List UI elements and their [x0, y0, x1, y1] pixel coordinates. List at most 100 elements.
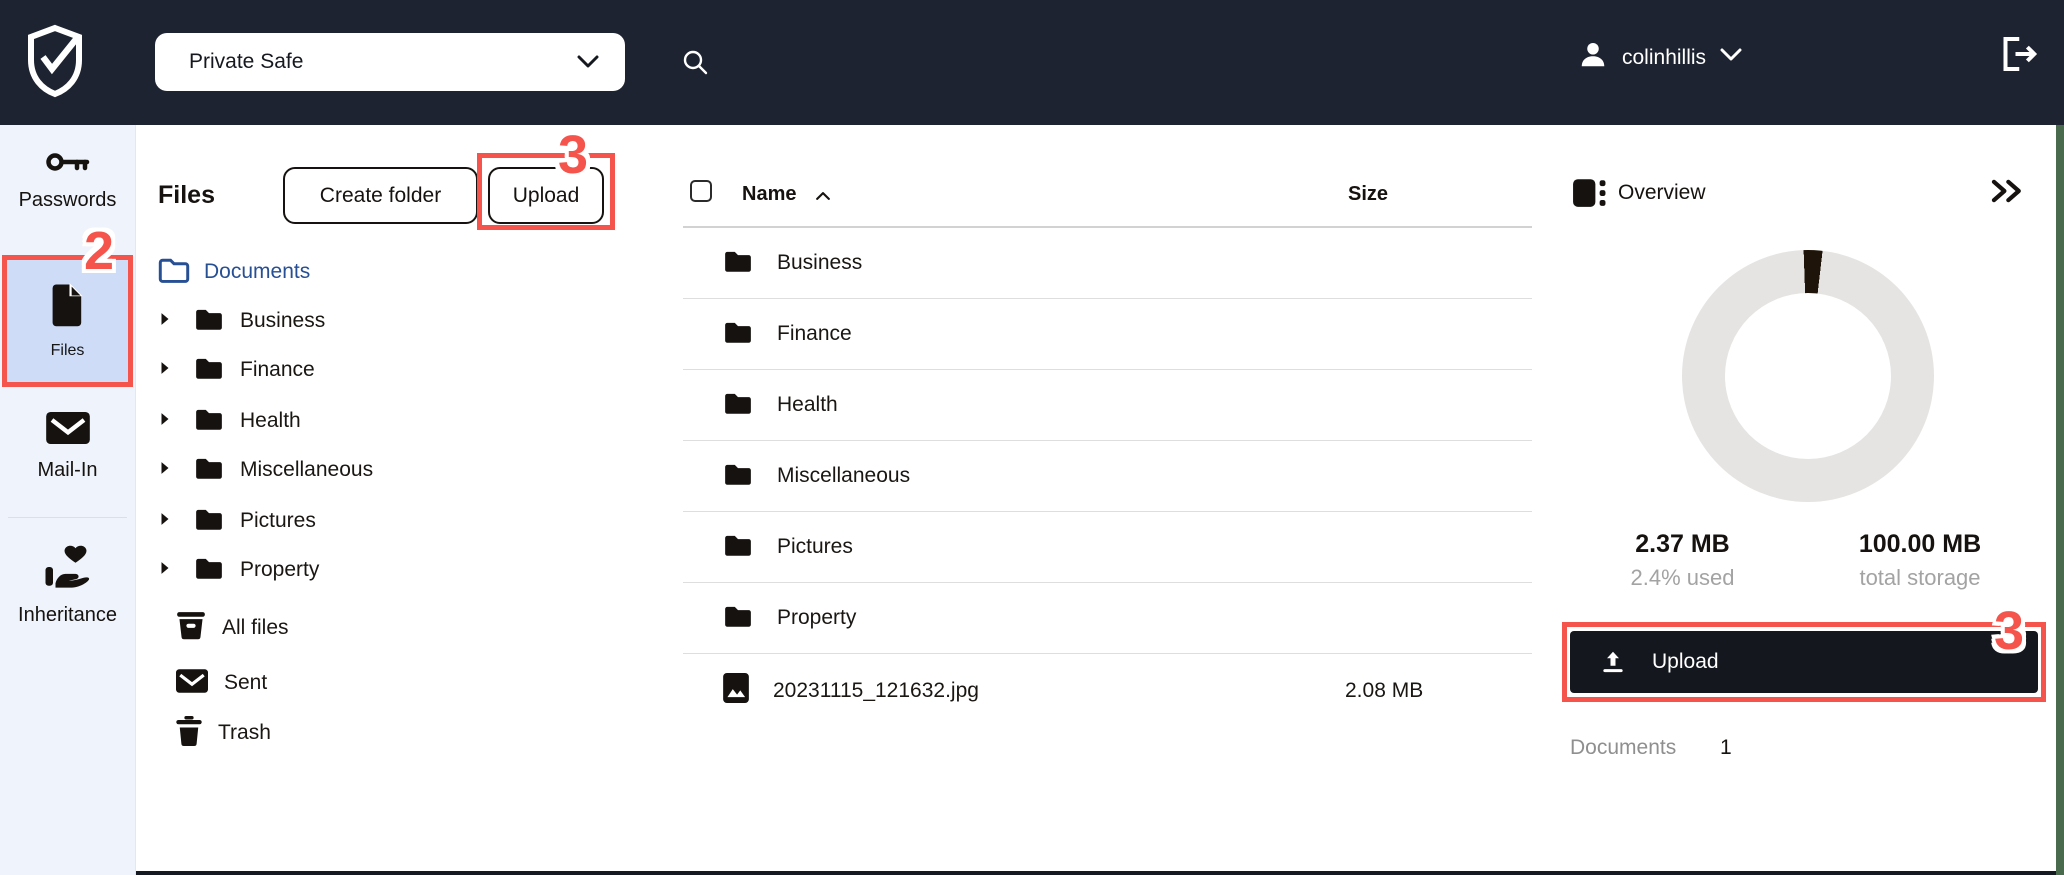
trash-icon: [176, 716, 202, 751]
sidebar-item-label: Passwords: [19, 189, 117, 212]
caret-right-icon[interactable]: [160, 561, 170, 580]
folder-icon: [194, 307, 224, 336]
row-name: Property: [777, 606, 856, 630]
caret-right-icon[interactable]: [160, 361, 170, 380]
tree-item-property[interactable]: Property: [160, 548, 319, 592]
tree-item-health[interactable]: Health: [160, 399, 301, 443]
sidebar-item-label: Mail-In: [37, 459, 97, 482]
row-name: Pictures: [777, 535, 853, 559]
safe-selector-dropdown[interactable]: Private Safe: [155, 33, 625, 91]
tree-item-documents[interactable]: Documents: [158, 250, 310, 294]
tree-item-sent[interactable]: Sent: [176, 661, 267, 705]
table-row[interactable]: 20231115_121632.jpg 2.08 MB: [683, 655, 1532, 726]
documents-count-label: Documents: [1570, 736, 1676, 760]
table-row[interactable]: Business: [683, 228, 1532, 299]
total-storage-caption: total storage: [1825, 565, 2015, 591]
table-row[interactable]: Finance: [683, 299, 1532, 370]
upload-button[interactable]: Upload: [488, 167, 604, 224]
logout-icon[interactable]: [1998, 34, 2038, 79]
overview-title: Overview: [1618, 181, 1706, 205]
used-storage-value: 2.37 MB: [1595, 530, 1770, 559]
tree-item-finance[interactable]: Finance: [160, 348, 315, 392]
sidebar-item-label: Inheritance: [18, 604, 117, 627]
total-storage-value: 100.00 MB: [1825, 530, 2015, 559]
folder-icon: [194, 456, 224, 485]
tree-item-all-files[interactable]: All files: [176, 606, 289, 650]
user-name: colinhillis: [1622, 46, 1706, 70]
tree-item-label: Trash: [218, 721, 271, 745]
shield-logo-icon: [27, 24, 83, 98]
table-row[interactable]: Pictures: [683, 512, 1532, 583]
folder-icon: [723, 462, 753, 491]
tree-item-label: Finance: [240, 358, 315, 382]
main-sidebar: [0, 125, 136, 875]
select-all-checkbox[interactable]: [690, 180, 712, 202]
folder-icon: [723, 320, 753, 349]
used-storage-caption: 2.4% used: [1595, 565, 1770, 591]
hand-heart-icon: [43, 545, 93, 594]
folder-open-icon: [158, 257, 190, 288]
folder-icon: [194, 507, 224, 536]
app-window: Private Safe colinhillis: [0, 0, 2064, 875]
overview-icon: [1572, 176, 1606, 215]
row-name: 20231115_121632.jpg: [773, 679, 979, 703]
row-size: 2.08 MB: [1345, 679, 1423, 703]
folder-icon: [194, 407, 224, 436]
sidebar-item-mail-in[interactable]: Mail-In: [0, 412, 135, 482]
tree-item-label: Business: [240, 309, 325, 333]
user-menu[interactable]: colinhillis: [1578, 40, 1742, 75]
sidebar-item-label: Files: [51, 342, 85, 360]
folder-icon: [723, 604, 753, 633]
caret-right-icon[interactable]: [160, 512, 170, 531]
envelope-icon: [176, 669, 208, 698]
documents-count-value: 1: [1720, 736, 1732, 760]
collapse-panel-icon[interactable]: [1990, 179, 2024, 208]
tree-item-business[interactable]: Business: [160, 299, 325, 343]
donut-hole: [1725, 293, 1891, 459]
envelope-icon: [46, 412, 90, 449]
caret-right-icon[interactable]: [160, 312, 170, 331]
folder-icon: [194, 356, 224, 385]
tree-item-pictures[interactable]: Pictures: [160, 499, 316, 543]
row-name: Miscellaneous: [777, 464, 910, 488]
sidebar-item-inheritance[interactable]: Inheritance: [0, 545, 135, 627]
column-header-name[interactable]: Name: [742, 183, 796, 206]
bottom-edge: [0, 871, 2056, 875]
right-edge-strip: [2056, 125, 2064, 875]
overview-upload-label: Upload: [1652, 650, 1719, 674]
safe-selector-value: Private Safe: [189, 50, 303, 74]
sidebar-item-files[interactable]: Files: [2, 255, 133, 387]
archive-icon: [176, 612, 206, 645]
sidebar-item-passwords[interactable]: Passwords: [0, 150, 135, 212]
folder-icon: [723, 533, 753, 562]
folder-icon: [723, 391, 753, 420]
table-row[interactable]: Miscellaneous: [683, 441, 1532, 512]
tree-item-label: Health: [240, 409, 301, 433]
tree-item-label: Pictures: [240, 509, 316, 533]
create-folder-button[interactable]: Create folder: [283, 167, 478, 224]
caret-right-icon[interactable]: [160, 412, 170, 431]
tree-item-miscellaneous[interactable]: Miscellaneous: [160, 448, 373, 492]
chevron-down-icon: [577, 55, 599, 74]
sort-ascending-icon[interactable]: [816, 188, 830, 206]
row-name: Finance: [777, 322, 852, 346]
tree-item-label: Property: [240, 558, 319, 582]
tree-item-label: Documents: [204, 260, 310, 284]
caret-right-icon[interactable]: [160, 461, 170, 480]
row-name: Health: [777, 393, 838, 417]
file-icon: [50, 283, 86, 332]
table-row[interactable]: Health: [683, 370, 1532, 441]
table-row[interactable]: Property: [683, 583, 1532, 654]
overview-upload-button[interactable]: Upload: [1570, 631, 2038, 693]
tree-item-trash[interactable]: Trash: [176, 711, 271, 755]
tree-item-label: All files: [222, 616, 289, 640]
search-icon[interactable]: [680, 47, 710, 82]
upload-icon: [1600, 649, 1626, 675]
column-header-size[interactable]: Size: [1348, 183, 1388, 206]
sidebar-divider: [8, 517, 127, 518]
folder-icon: [194, 556, 224, 585]
tree-item-label: Sent: [224, 671, 267, 695]
row-name: Business: [777, 251, 862, 275]
page-title: Files: [158, 181, 215, 210]
storage-donut-chart: [1682, 250, 1934, 502]
